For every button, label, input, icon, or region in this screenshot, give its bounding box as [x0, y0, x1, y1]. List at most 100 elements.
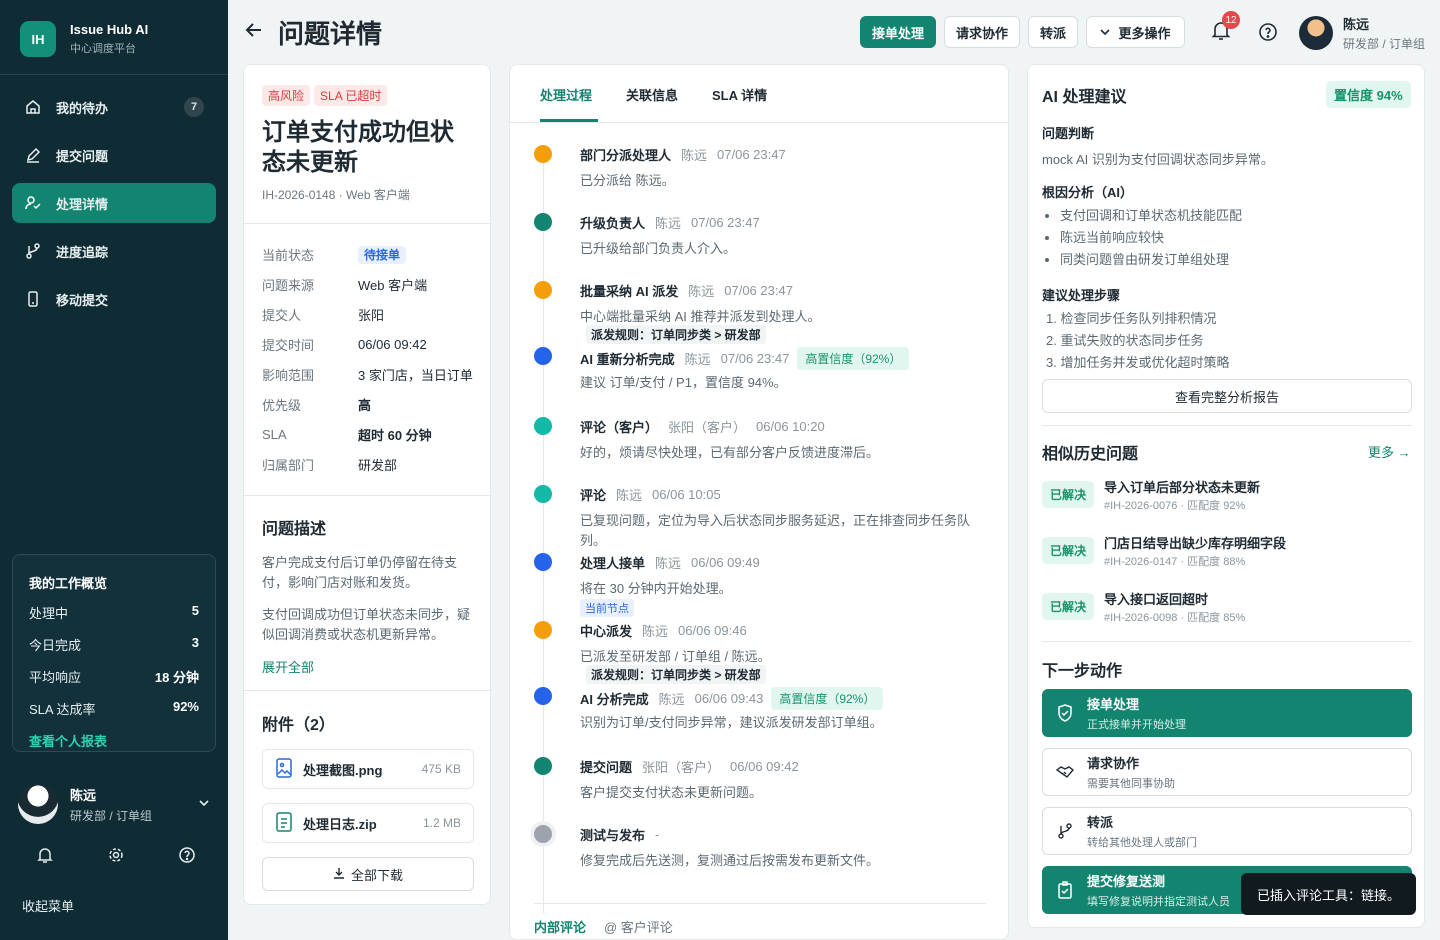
help-icon[interactable] — [1258, 22, 1278, 45]
edit-icon — [24, 146, 42, 164]
full-report-button[interactable]: 查看完整分析报告 — [1042, 379, 1412, 413]
overview-value: 5 — [191, 603, 199, 618]
help-icon[interactable] — [178, 846, 196, 867]
field-row: 优先级 高 — [262, 389, 476, 419]
field-value: 张阳 — [358, 307, 385, 323]
tab-process[interactable]: 处理过程 — [540, 85, 592, 104]
similar-more-link[interactable]: 更多 → — [1368, 442, 1411, 461]
action-transfer[interactable]: 转派 转给其他处理人或部门 — [1042, 807, 1412, 855]
more-actions-button[interactable]: 更多操作 — [1086, 16, 1185, 48]
sidebar-item-label: 处理详情 — [56, 196, 109, 212]
sidebar-user[interactable]: 陈远 研发部 / 订单组 — [18, 784, 210, 824]
avatar — [1299, 16, 1333, 50]
overview-value: 3 — [191, 635, 199, 650]
attachment-item[interactable]: 处理日志.zip 1.2 MB — [262, 803, 474, 843]
timeline-dot — [534, 687, 552, 705]
expand-all-link[interactable]: 展开全部 — [262, 657, 476, 676]
similar-meta: #IH-2026-0098 · 匹配度 85% — [1104, 612, 1246, 624]
sidebar-item-progress[interactable]: 进度追踪 — [12, 231, 216, 271]
timeline-dot — [534, 757, 552, 775]
timeline-body: 已派发至研发部 / 订单组 / 陈远。 — [580, 649, 771, 664]
timeline-person: 陈远 — [616, 488, 643, 503]
action-accept[interactable]: 接单处理 正式接单并开始处理 — [1042, 689, 1412, 737]
back-arrow-icon[interactable] — [244, 20, 264, 43]
field-row: 影响范围 3 家门店，当日订单 — [262, 359, 476, 389]
timeline-person: 陈远 — [688, 284, 715, 299]
similar-title-text: 导入订单后部分状态未更新 — [1104, 480, 1261, 495]
action-collab[interactable]: 请求协作 需要其他同事协助 — [1042, 748, 1412, 796]
timeline-person: 陈远 — [655, 556, 682, 571]
top-user[interactable]: 陈远 研发部 / 订单组 — [1299, 14, 1425, 52]
top-user-name: 陈远 — [1343, 17, 1370, 32]
timeline-title: 处理人接单 — [580, 556, 646, 571]
personal-report-link[interactable]: 查看个人报表 — [29, 731, 199, 750]
gear-icon[interactable] — [107, 846, 125, 867]
timeline-title: 评论 — [580, 488, 607, 503]
cause-title: 根因分析（AI） — [1042, 185, 1134, 200]
timeline-dot — [534, 213, 552, 231]
accept-button[interactable]: 接单处理 — [860, 16, 936, 48]
overview-row: 今日完成 3 — [29, 635, 199, 654]
timeline-dot — [534, 553, 552, 571]
attachment-item[interactable]: 处理截图.png 475 KB — [262, 749, 474, 789]
timeline-dot — [534, 281, 552, 299]
sidebar-item-detail[interactable]: 处理详情 — [12, 183, 216, 223]
timeline-title: 评论（客户） — [580, 420, 659, 435]
timeline-dot — [534, 485, 552, 503]
similar-title-text: 导入接口返回超时 — [1104, 592, 1209, 607]
user-check-icon — [24, 194, 42, 212]
download-icon — [333, 867, 345, 882]
clipboard-check-icon — [1055, 881, 1075, 899]
dispatch-rule: 派发规则：订单同步类 > 研发部 — [586, 325, 766, 344]
transfer-button[interactable]: 转派 — [1028, 16, 1078, 48]
detail-tabs: 处理过程 关联信息 SLA 详情 — [510, 65, 1008, 123]
timeline-dot — [534, 417, 552, 435]
toast-message: 已插入评论工具：链接。 — [1241, 873, 1416, 915]
brand[interactable]: IH Issue Hub AI 中心调度平台 — [20, 21, 148, 57]
sidebar-user-role: 研发部 / 订单组 — [70, 808, 153, 823]
overview-label: SLA 达成率 — [29, 702, 96, 717]
tab-related[interactable]: 关联信息 — [626, 85, 678, 104]
bell-icon[interactable] — [36, 846, 54, 867]
timeline-title: AI 重新分析完成 — [580, 352, 675, 367]
sidebar-item-mobile[interactable]: 移动提交 — [12, 279, 216, 319]
sidebar-item-submit[interactable]: 提交问题 — [12, 135, 216, 175]
chevron-down-icon[interactable] — [198, 797, 210, 812]
tab-customer-comment[interactable]: @ 客户评论 — [604, 917, 673, 936]
risk-tag: 高风险 — [262, 85, 311, 106]
tab-internal-comment[interactable]: 内部评论 — [534, 917, 586, 936]
home-icon — [24, 98, 42, 116]
timeline-head: 处理人接单 陈远 06/06 09:49 — [580, 553, 760, 572]
work-overview-title: 我的工作概览 — [29, 576, 108, 591]
similar-meta: #IH-2026-0147 · 匹配度 88% — [1104, 556, 1246, 568]
brand-name: Issue Hub AI — [70, 22, 149, 37]
sidebar-footer-icons — [36, 846, 196, 867]
timeline-title: 测试与发布 — [580, 828, 646, 843]
sidebar: IH Issue Hub AI 中心调度平台 我的待办 7 提交问题 处理详情 … — [0, 0, 228, 940]
download-all-button[interactable]: 全部下载 — [262, 857, 474, 891]
action-name: 提交修复送测 — [1087, 874, 1166, 889]
attachment-size: 1.2 MB — [422, 816, 461, 830]
action-name: 请求协作 — [1087, 756, 1140, 771]
collab-button[interactable]: 请求协作 — [944, 16, 1020, 48]
timeline-person: - — [655, 827, 660, 842]
timeline-body: 中心端批量采纳 AI 推荐并派发到处理人。 — [580, 309, 821, 324]
timeline-head: 评论 陈远 06/06 10:05 — [580, 485, 721, 504]
timeline-date: 06/06 09:42 — [730, 759, 799, 774]
attachments-title: 附件（2） — [262, 717, 335, 734]
branch-icon — [24, 242, 42, 260]
tab-sla[interactable]: SLA 详情 — [712, 85, 767, 104]
overview-value: 92% — [172, 699, 199, 714]
attachment-size: 475 KB — [421, 762, 461, 776]
process-card: 处理过程 关联信息 SLA 详情 部门分派处理人 陈远 07/06 23:47 已分派… — [509, 64, 1009, 940]
timeline-date: 06/06 09:49 — [691, 555, 760, 570]
collapse-menu-button[interactable]: 收起菜单 — [22, 896, 74, 915]
divider — [244, 495, 492, 496]
divider — [244, 690, 492, 691]
sidebar-item-todo[interactable]: 我的待办 7 — [12, 87, 216, 127]
timeline-head: 提交问题 张阳（客户） 06/06 09:42 — [580, 757, 799, 776]
issue-id: IH-2026-0148 · Web 客户端 — [262, 188, 410, 202]
desc-text: 客户完成支付后订单仍停留在待支付，影响门店对账和发货。 — [262, 555, 458, 590]
zip-file-icon — [275, 811, 293, 835]
field-label: 提交人 — [262, 307, 302, 323]
